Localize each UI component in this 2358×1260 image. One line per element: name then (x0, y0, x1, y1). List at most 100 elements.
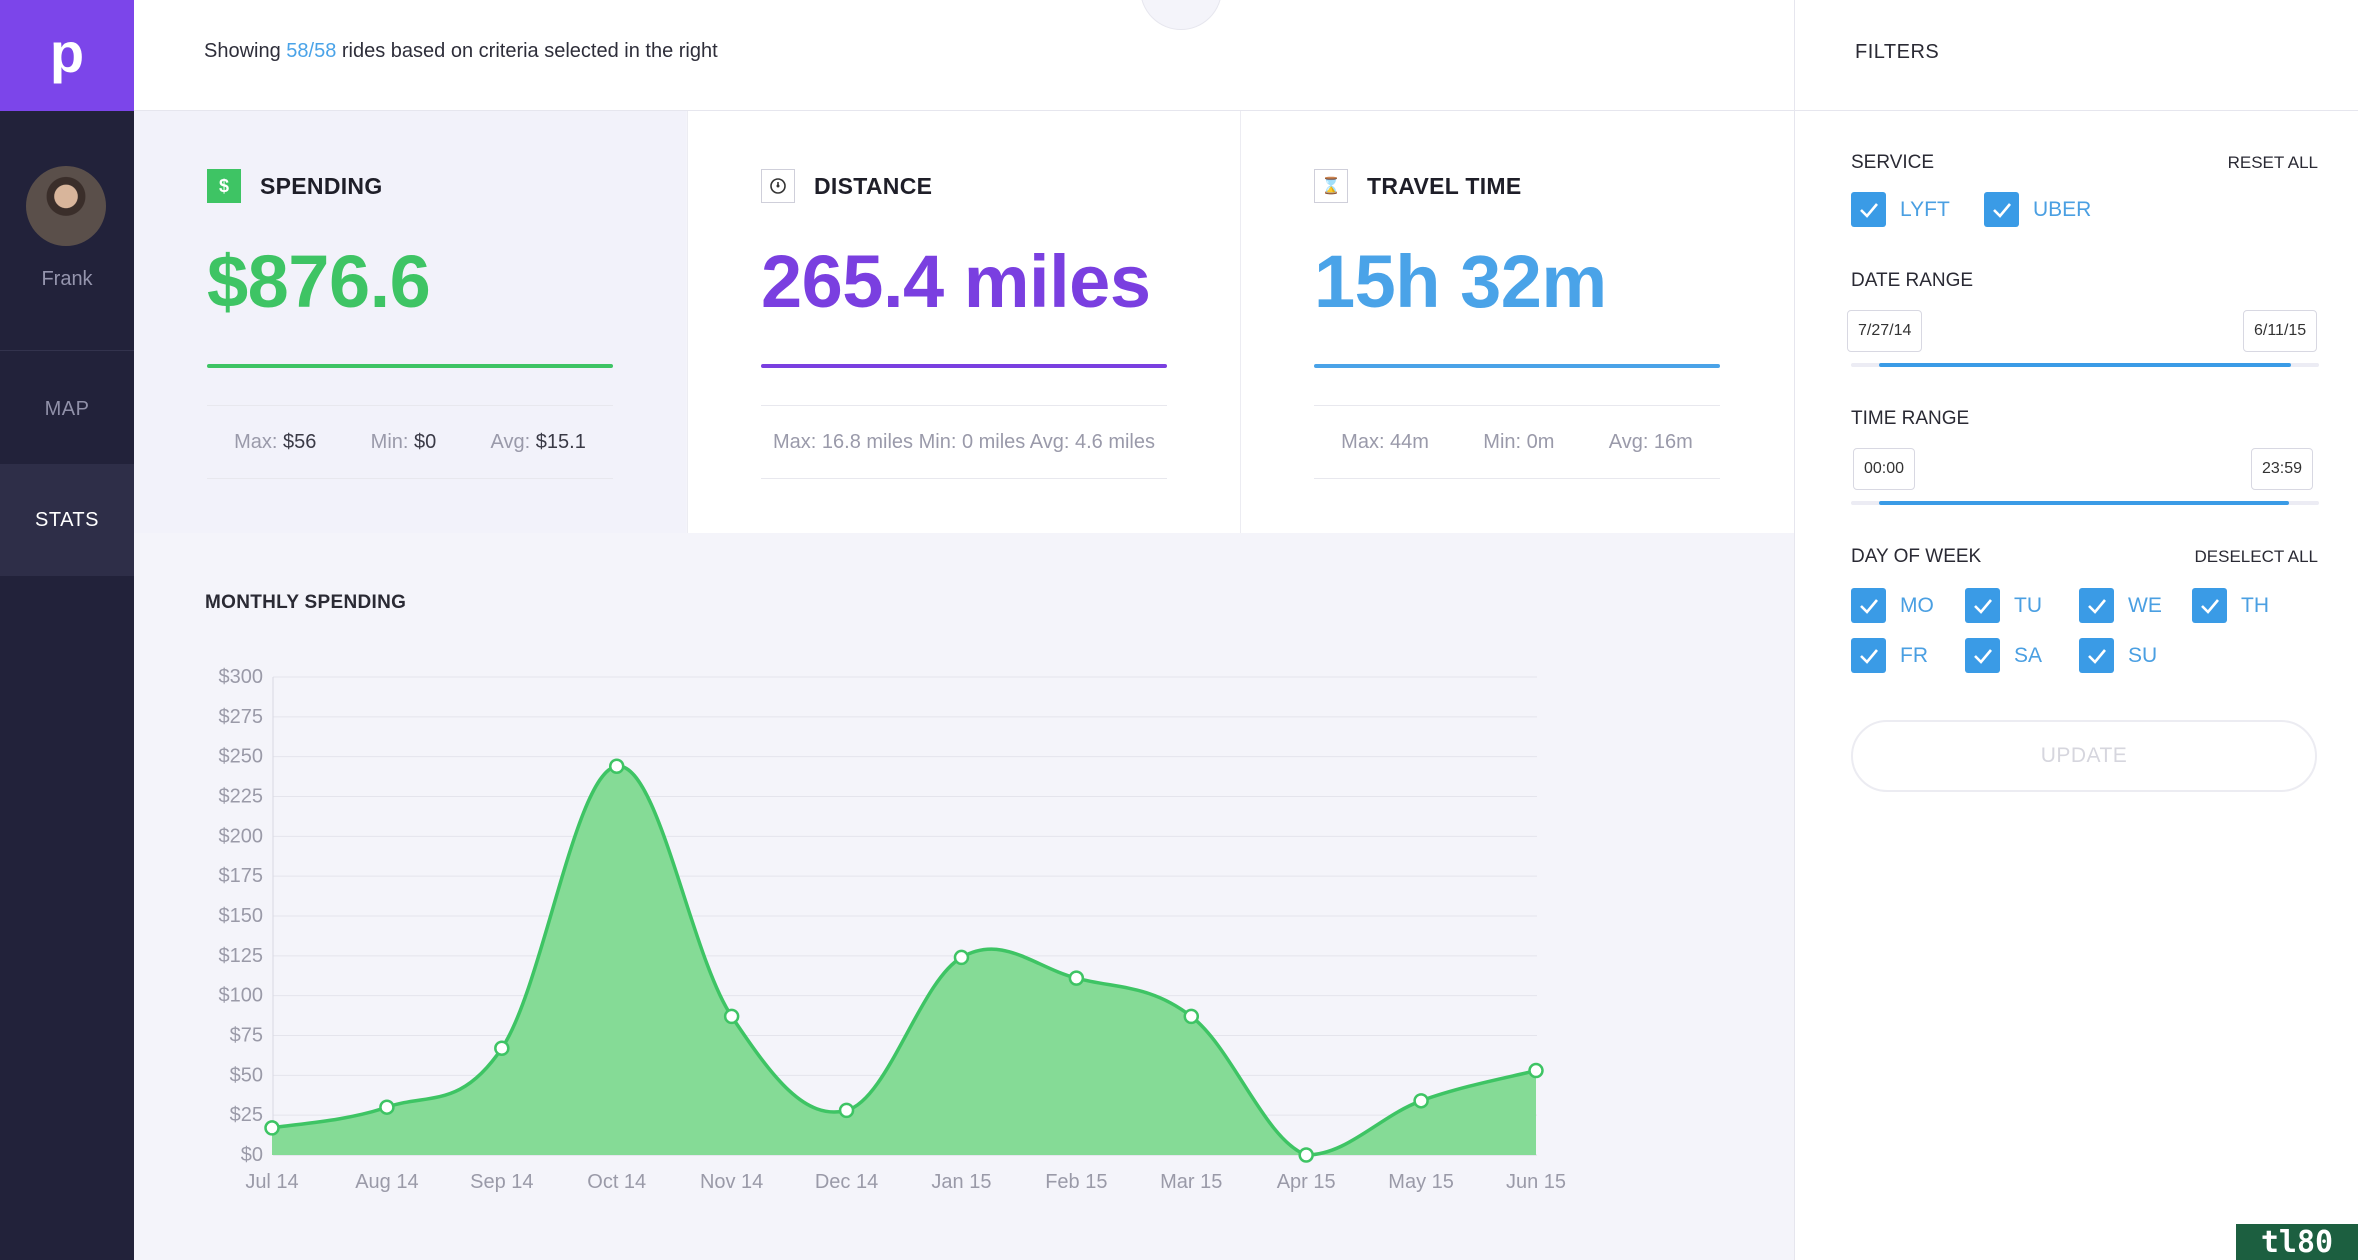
sidebar-item-map[interactable]: MAP (0, 353, 134, 465)
x-tick-label: Nov 14 (700, 1171, 763, 1193)
hourglass-icon: ⌛ (1314, 169, 1348, 203)
chart-title: MONTHLY SPENDING (205, 592, 407, 613)
service-checkbox-uber[interactable]: UBER (1984, 192, 2091, 227)
filters-panel: FILTERS SERVICE RESET ALL LYFT UBER DATE… (1794, 0, 2358, 1260)
sidebar-divider (0, 350, 134, 351)
top-circle-handle[interactable] (1140, 0, 1222, 30)
time-range-end: 23:59 (2251, 448, 2314, 490)
spending-min-label: Min: (370, 430, 409, 453)
monthly-spending-chart: $0 $25 $50 $75 $100 $125 $150 $175 $200 $225 $250 $… (219, 666, 1567, 1193)
date-range-end: 6/11/15 (2243, 310, 2318, 352)
data-point (1413, 1093, 1429, 1109)
distance-stats: Max: 16.8 miles Min: 0 miles Avg: 4.6 mi… (761, 405, 1167, 479)
day-label-su: SU (2128, 643, 2158, 667)
day-label-mo: MO (1900, 593, 1934, 617)
y-tick-label: $225 (219, 786, 264, 808)
top-bar: Showing 58/58 rides based on criteria se… (134, 0, 1794, 111)
spending-max: Max: $56 (234, 431, 316, 454)
time-range-slider[interactable] (1851, 501, 2319, 505)
app-logo[interactable]: p (0, 0, 134, 111)
travel-time-value: 15h 32m (1314, 240, 1607, 323)
check-icon (2079, 588, 2114, 623)
spending-header: $ SPENDING (207, 169, 383, 203)
spending-area (272, 766, 1536, 1155)
x-tick-label: Apr 15 (1277, 1171, 1336, 1193)
day-label-sa: SA (2014, 643, 2043, 667)
travel-time-header: ⌛ TRAVEL TIME (1314, 169, 1522, 203)
spending-stats: Max: $56 Min: $0 Avg: $15.1 (207, 405, 613, 479)
data-point (379, 1099, 395, 1115)
data-point (264, 1120, 280, 1136)
rides-count: 58/58 (286, 40, 337, 62)
travel-time-title: TRAVEL TIME (1367, 172, 1522, 199)
travel-time-max: Max: 44m (1341, 430, 1429, 453)
update-button[interactable]: UPDATE (1851, 720, 2317, 792)
check-icon (1965, 588, 2000, 623)
sidebar-item-stats[interactable]: STATS (0, 464, 134, 576)
data-point (1068, 970, 1085, 986)
distance-value: 265.4 miles (761, 240, 1151, 323)
x-tick-label: Aug 14 (355, 1171, 418, 1193)
x-tick-label: Oct 14 (587, 1171, 646, 1193)
x-tick-label: Feb 15 (1045, 1171, 1107, 1193)
day-checkbox-mo[interactable]: MO (1851, 588, 1934, 623)
spending-min: Min: $0 (371, 431, 437, 454)
y-tick-label: $50 (230, 1064, 263, 1086)
spending-max-label: Max: (234, 430, 278, 453)
distance-underline (761, 364, 1167, 368)
avatar[interactable] (26, 166, 106, 246)
user-name: Frank (41, 268, 93, 290)
time-range-label: TIME RANGE (1851, 408, 1970, 429)
day-checkbox-we[interactable]: WE (2079, 588, 2162, 623)
distance-title: DISTANCE (814, 172, 933, 199)
day-checkbox-th[interactable]: TH (2192, 588, 2269, 623)
travel-time-min: Min: 0m (1483, 430, 1555, 453)
check-icon (1851, 192, 1886, 227)
y-tick-label: $175 (219, 865, 264, 887)
spending-avg: Avg: $15.1 (491, 431, 586, 454)
check-icon (1851, 588, 1886, 623)
date-range-fill (1879, 363, 2291, 367)
y-tick-label: $100 (219, 985, 264, 1007)
y-tick-label: $25 (230, 1104, 263, 1126)
data-point (1528, 1062, 1544, 1079)
distance-header: DISTANCE (761, 169, 932, 203)
spending-max-value: $56 (283, 430, 317, 453)
y-tick-label: $0 (241, 1144, 263, 1166)
day-checkbox-tu[interactable]: TU (1965, 588, 2042, 623)
watermark-logo: tl80 (2236, 1224, 2358, 1260)
rides-summary: Showing 58/58 rides based on criteria se… (204, 40, 718, 63)
travel-time-card: ⌛ TRAVEL TIME 15h 32m Max: 44m Min: 0m A… (1240, 111, 1794, 533)
day-of-week-label: DAY OF WEEK (1851, 546, 1982, 567)
y-tick-label: $75 (230, 1025, 263, 1047)
x-tick-label: May 15 (1388, 1171, 1454, 1193)
day-checkbox-sa[interactable]: SA (1965, 638, 2042, 673)
y-tick-label: $275 (219, 706, 264, 728)
service-checkbox-lyft[interactable]: LYFT (1851, 192, 1950, 227)
y-tick-label: $125 (219, 945, 264, 967)
y-tick-label: $200 (219, 825, 264, 847)
day-checkbox-fr[interactable]: FR (1851, 638, 1928, 673)
service-label-lyft: LYFT (1900, 197, 1950, 221)
x-tick-label: Jun 15 (1506, 1171, 1566, 1193)
y-tick-label: $300 (219, 666, 264, 688)
rides-summary-suffix: rides based on criteria selected in the … (336, 40, 718, 62)
day-checkbox-su[interactable]: SU (2079, 638, 2157, 673)
deselect-all-button[interactable]: DESELECT ALL (2195, 547, 2318, 567)
date-range-slider[interactable] (1851, 363, 2319, 367)
data-point (723, 1008, 740, 1025)
check-icon (1851, 638, 1886, 673)
x-tick-label: Mar 15 (1160, 1171, 1222, 1193)
travel-time-stats: Max: 44m Min: 0m Avg: 16m (1314, 405, 1720, 479)
spending-avg-value: $15.1 (535, 430, 586, 453)
data-point (1298, 1147, 1314, 1163)
reset-all-button[interactable]: RESET ALL (2228, 153, 2318, 173)
service-label-uber: UBER (2033, 197, 2092, 221)
day-label-th: TH (2241, 593, 2269, 617)
x-tick-label: Jul 14 (245, 1171, 298, 1193)
date-range-start: 7/27/14 (1847, 310, 1923, 352)
spending-underline (207, 364, 613, 368)
rides-summary-prefix: Showing (204, 40, 287, 62)
spending-min-value: $0 (414, 430, 437, 453)
distance-card: DISTANCE 265.4 miles Max: 16.8 miles Min… (687, 111, 1240, 533)
